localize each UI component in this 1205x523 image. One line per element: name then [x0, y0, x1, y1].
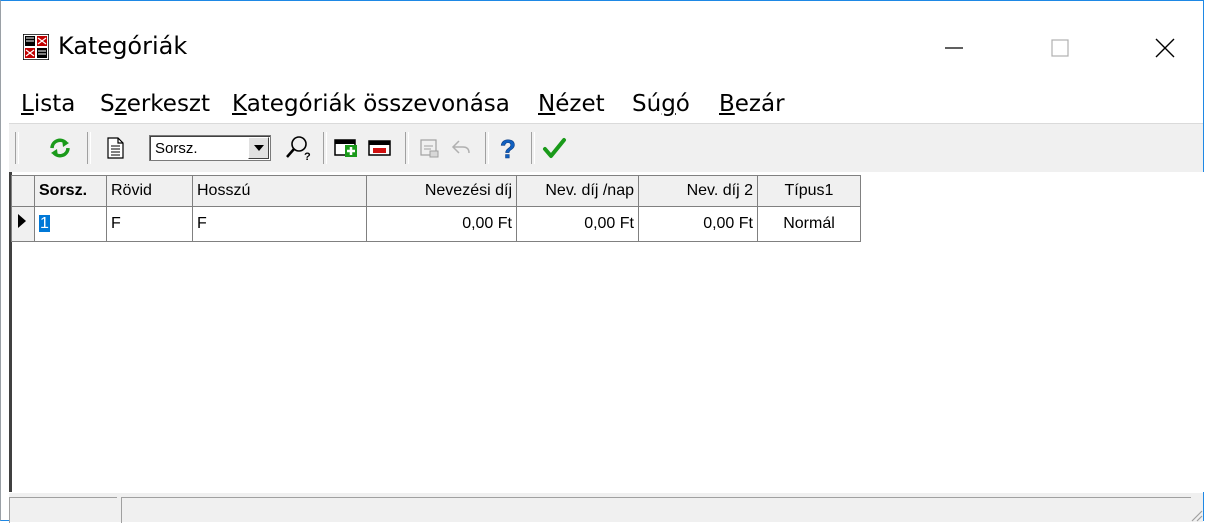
- document-icon: [107, 137, 124, 159]
- save-button[interactable]: [413, 132, 445, 164]
- close-icon: [1155, 38, 1175, 58]
- help-button[interactable]: ?: [491, 132, 523, 164]
- document-button[interactable]: [99, 132, 131, 164]
- cell-rovid[interactable]: F: [106, 206, 193, 242]
- maximize-button[interactable]: [1031, 25, 1089, 71]
- status-panel-1: [9, 497, 117, 523]
- menu-kategoriak-osszevonasa[interactable]: Kategóriák összevonása: [232, 91, 510, 117]
- search-button[interactable]: ?: [283, 132, 315, 164]
- toolbar-separator: [87, 132, 91, 164]
- undo-button[interactable]: [445, 132, 477, 164]
- window: Kategóriák Lista Szerkeszt Kategóriák ös…: [0, 0, 1205, 523]
- undo-disabled-icon: [451, 140, 470, 154]
- menu-nezet[interactable]: Nézet: [538, 91, 605, 117]
- confirm-icon: [543, 138, 566, 158]
- menu-bezar[interactable]: Bezár: [719, 91, 785, 117]
- svg-text:?: ?: [304, 151, 311, 161]
- svg-text:?: ?: [500, 135, 516, 161]
- confirm-button[interactable]: [539, 132, 571, 164]
- save-disabled-icon: [420, 139, 439, 158]
- title-bar: Kategóriák: [1, 1, 1203, 87]
- column-header-tipus1[interactable]: Típus1: [757, 175, 861, 207]
- close-button[interactable]: [1136, 25, 1194, 71]
- cell-tipus1[interactable]: Normál: [757, 206, 861, 242]
- refresh-icon: [50, 138, 70, 158]
- column-header-sorsz[interactable]: Sorsz.: [34, 175, 107, 207]
- menu-lista[interactable]: Lista: [21, 91, 75, 117]
- toolbar-separator: [15, 132, 19, 164]
- status-panel-2: [121, 497, 1191, 523]
- column-header-hosszu[interactable]: Hosszú: [192, 175, 367, 207]
- data-grid: Sorsz. Rövid Hosszú Nevezési díj Nev. dí…: [11, 175, 861, 242]
- cell-nev-dij-2[interactable]: 0,00 Ft: [638, 206, 758, 242]
- minimize-button[interactable]: [925, 25, 983, 71]
- current-row-indicator: [11, 206, 35, 242]
- column-header-nev-dij-nap[interactable]: Nev. díj /nap: [516, 175, 639, 207]
- cell-sorsz[interactable]: 1: [34, 206, 107, 242]
- search-icon: ?: [286, 136, 311, 161]
- add-record-icon: [334, 139, 357, 157]
- sort-select[interactable]: Sorsz.: [149, 135, 271, 161]
- toolbar-separator: [485, 132, 489, 164]
- toolbar: Sorsz. ? ?: [9, 123, 1203, 173]
- add-record-button[interactable]: [331, 132, 363, 164]
- column-header-nevezesi-dij[interactable]: Nevezési díj: [366, 175, 517, 207]
- table-row[interactable]: 1 F F 0,00 Ft 0,00 Ft 0,00 Ft Normál: [11, 206, 861, 242]
- column-header-rovid[interactable]: Rövid: [106, 175, 193, 207]
- help-icon: ?: [500, 135, 516, 161]
- grid-header-row: Sorsz. Rövid Hosszú Nevezési díj Nev. dí…: [11, 175, 861, 207]
- minimize-icon: [945, 47, 963, 49]
- row-pointer-icon: [18, 214, 26, 228]
- sort-select-value: Sorsz.: [155, 140, 198, 157]
- toolbar-separator: [405, 132, 409, 164]
- toolbar-separator: [323, 132, 327, 164]
- status-bar: [9, 492, 1203, 523]
- cell-nev-dij-nap[interactable]: 0,00 Ft: [516, 206, 639, 242]
- column-header-nev-dij-2[interactable]: Nev. díj 2: [638, 175, 758, 207]
- maximize-icon: [1051, 39, 1069, 57]
- resize-grip-icon[interactable]: [1187, 506, 1203, 522]
- window-title: Kategóriák: [58, 32, 188, 60]
- delete-record-icon: [368, 140, 391, 156]
- grid-app-icon: [23, 34, 49, 60]
- menu-sugo[interactable]: Súgó: [632, 91, 690, 117]
- cell-hosszu[interactable]: F: [192, 206, 367, 242]
- chevron-down-icon[interactable]: [248, 137, 269, 159]
- row-indicator-header: [11, 175, 35, 207]
- menu-szerkeszt[interactable]: Szerkeszt: [100, 91, 210, 117]
- menu-bar: Lista Szerkeszt Kategóriák összevonása N…: [1, 87, 1203, 121]
- toolbar-separator: [531, 132, 535, 164]
- cell-nevezesi-dij[interactable]: 0,00 Ft: [366, 206, 517, 242]
- delete-record-button[interactable]: [364, 132, 396, 164]
- refresh-button[interactable]: [44, 132, 76, 164]
